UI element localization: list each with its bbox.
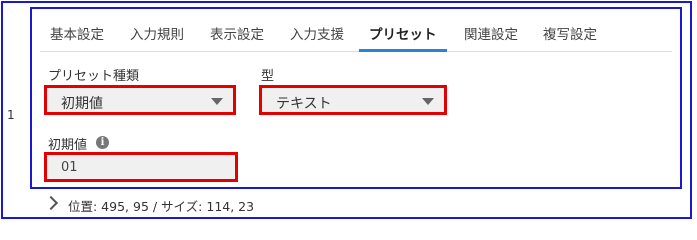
chevron-right-icon[interactable] bbox=[43, 195, 59, 211]
tab-preset-label: プリセット bbox=[369, 27, 437, 43]
tab-display-settings[interactable]: 表示設定 bbox=[210, 23, 264, 43]
info-icon[interactable]: i bbox=[96, 136, 109, 149]
data-type-value: テキスト bbox=[276, 96, 332, 112]
row-number: 1 bbox=[7, 108, 15, 122]
initial-value-label: 初期値 bbox=[48, 138, 88, 153]
data-type-label: 型 bbox=[261, 69, 275, 84]
position-size-text: 位置: 495, 95 / サイズ: 114, 23 bbox=[68, 199, 255, 214]
tab-input-rules[interactable]: 入力規則 bbox=[130, 23, 184, 43]
tab-copy-settings[interactable]: 複写設定 bbox=[543, 23, 597, 43]
tab-basic-settings[interactable]: 基本設定 bbox=[50, 23, 104, 43]
initial-value-text: 01 bbox=[61, 160, 78, 175]
data-type-select[interactable]: テキスト bbox=[259, 85, 447, 115]
preset-type-label: プリセット種類 bbox=[48, 69, 140, 84]
tab-preset[interactable]: プリセット bbox=[359, 23, 447, 52]
chevron-down-icon bbox=[211, 98, 223, 105]
initial-value-input[interactable]: 01 bbox=[44, 152, 238, 182]
tab-related-settings[interactable]: 関連設定 bbox=[464, 23, 518, 43]
property-panel-frame: 1 基本設定 入力規則 表示設定 入力支援 プリセット 関連設定 複写設定 プリ… bbox=[1, 1, 692, 219]
geometry-footer: 位置: 495, 95 / サイズ: 114, 23 bbox=[30, 191, 682, 218]
preset-type-select[interactable]: 初期値 bbox=[44, 85, 236, 115]
active-tab-indicator bbox=[359, 49, 447, 52]
chevron-down-icon bbox=[422, 98, 434, 105]
tab-input-support[interactable]: 入力支援 bbox=[290, 23, 344, 43]
settings-tabs: 基本設定 入力規則 表示設定 入力支援 プリセット 関連設定 複写設定 bbox=[40, 13, 672, 52]
settings-panel: 基本設定 入力規則 表示設定 入力支援 プリセット 関連設定 複写設定 プリセッ… bbox=[30, 7, 682, 189]
preset-type-value: 初期値 bbox=[61, 96, 103, 112]
